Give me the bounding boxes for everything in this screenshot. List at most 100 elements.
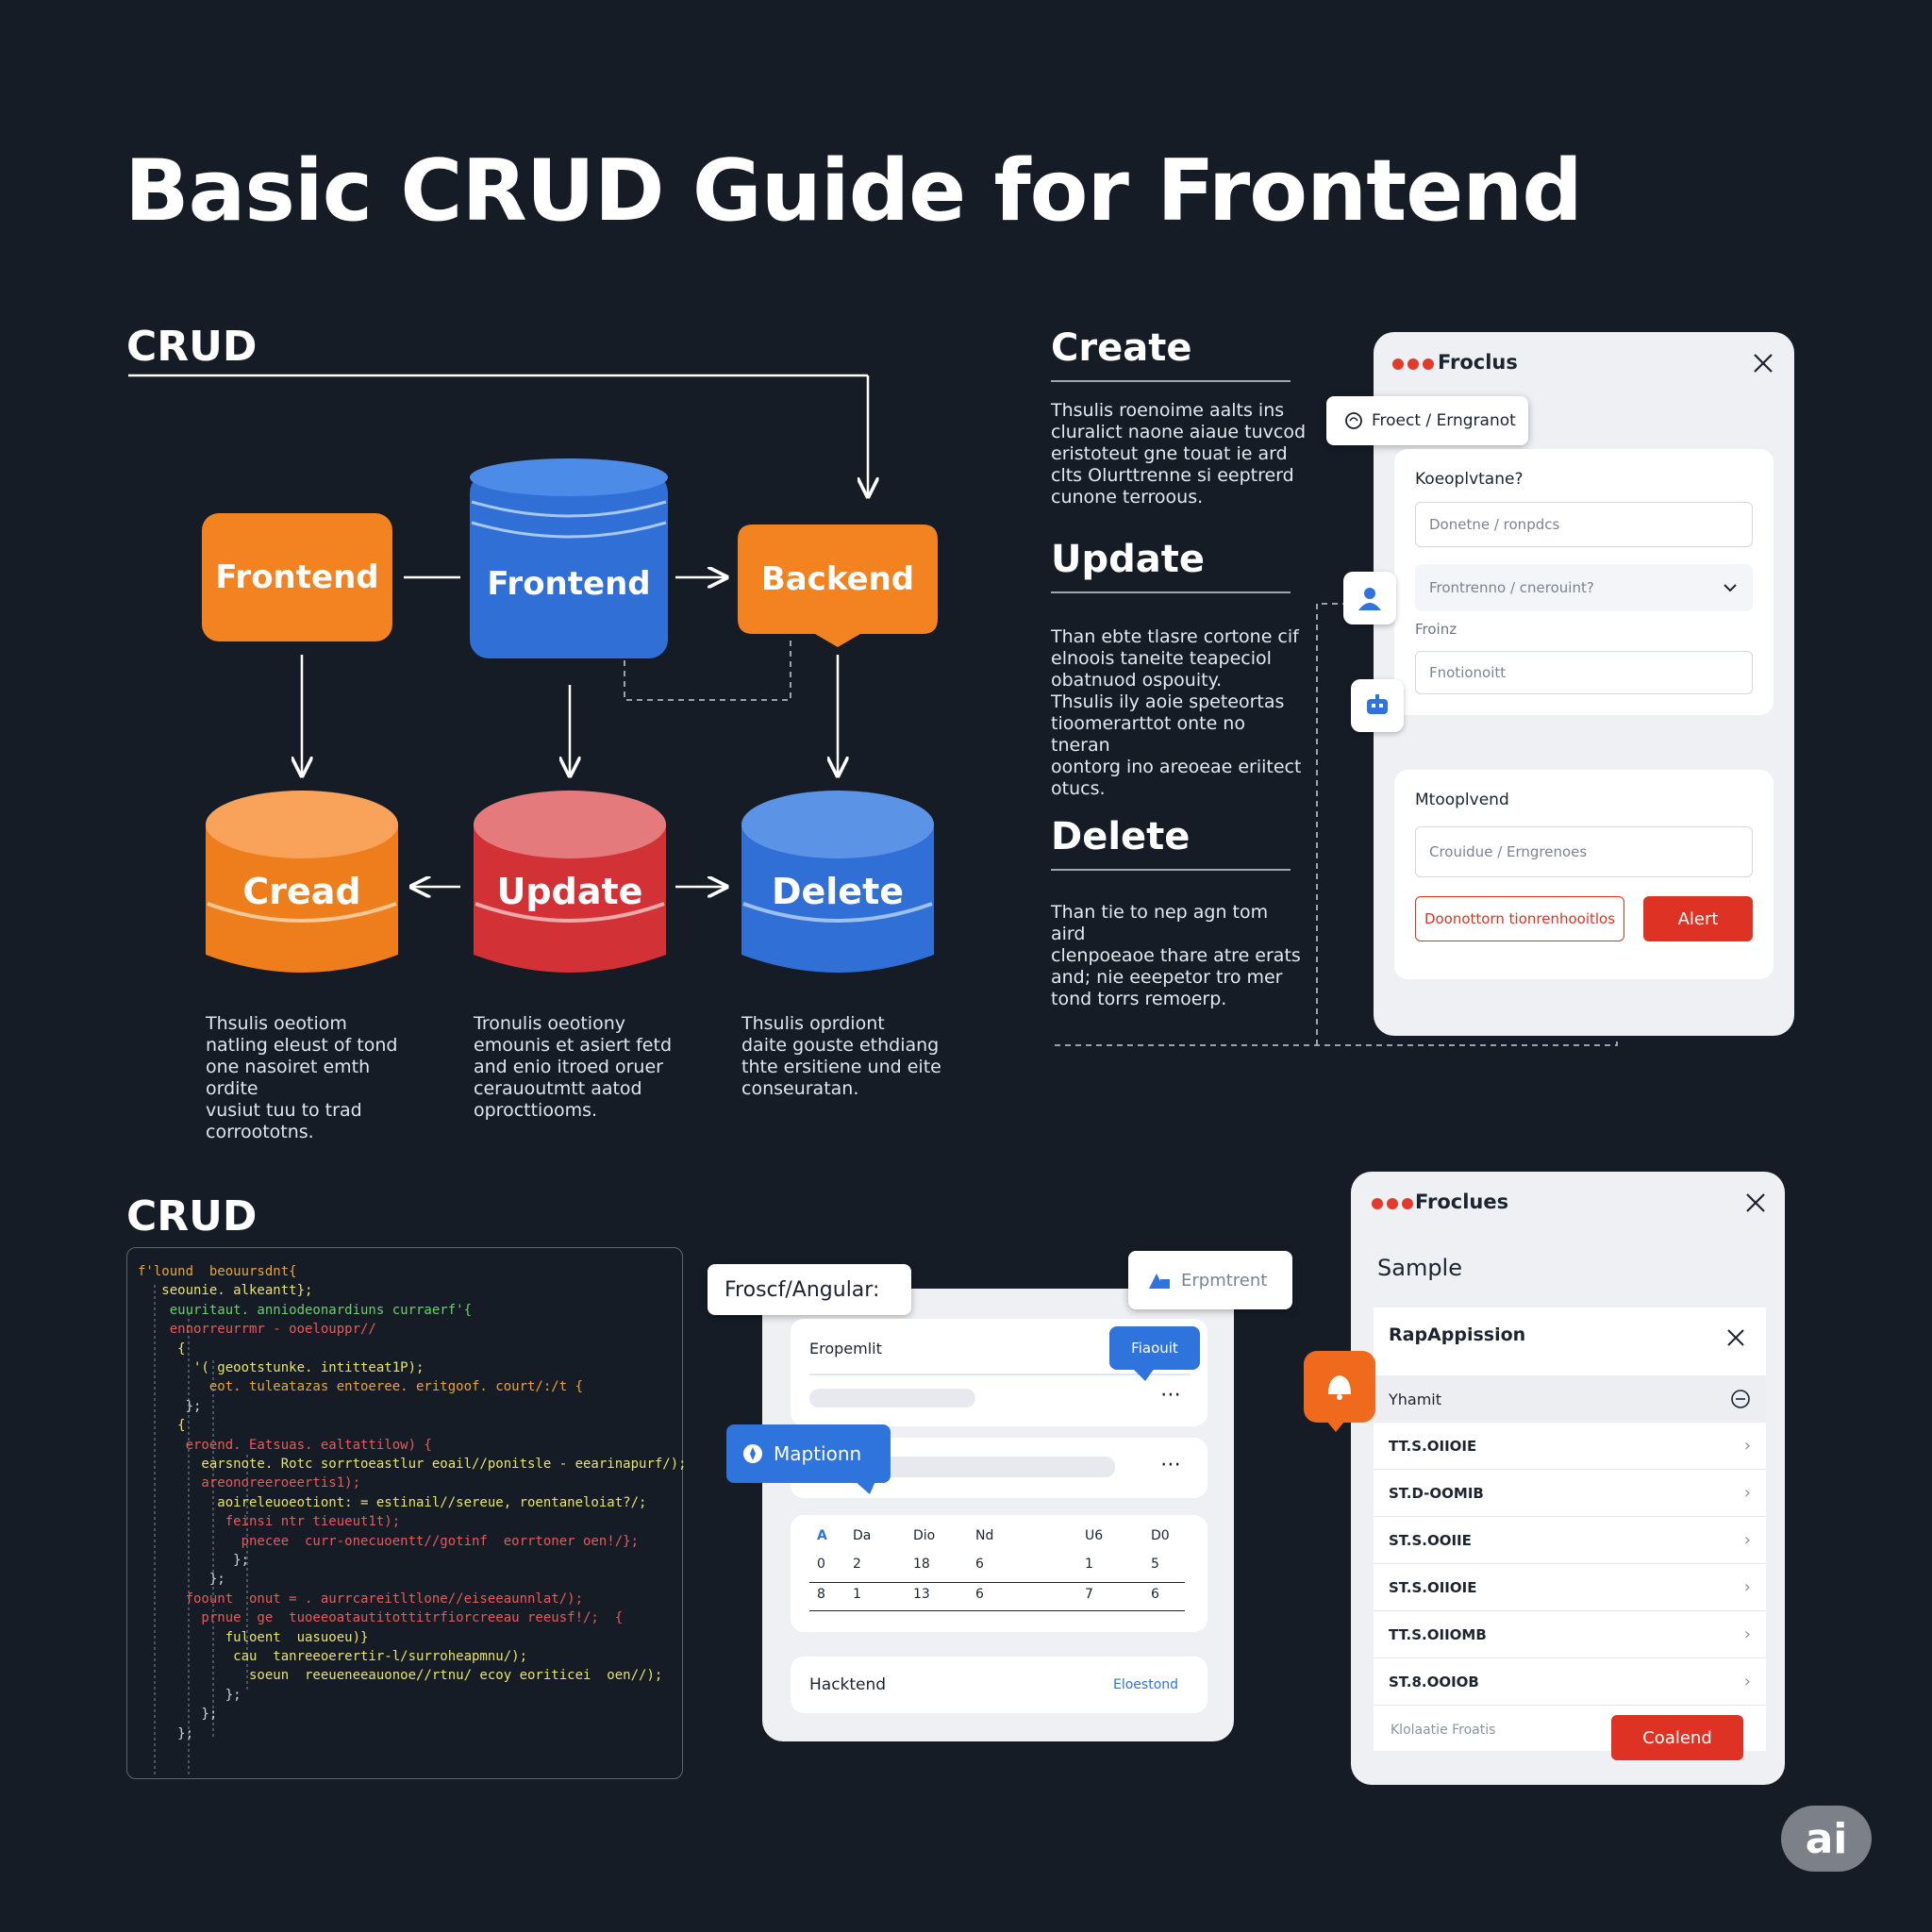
form-select-value: Frontrenno / cnerouint? bbox=[1429, 579, 1594, 596]
table-header-cell: D0 bbox=[1151, 1528, 1170, 1543]
list-item[interactable]: ST.D-OOMIB › bbox=[1374, 1470, 1766, 1517]
list-item[interactable]: ST.S.OOIIE › bbox=[1374, 1517, 1766, 1564]
text-line: Thsulis ily aoie speteortas bbox=[1051, 691, 1285, 712]
table-cell: 5 bbox=[1151, 1557, 1159, 1572]
caption-line: cerauoutmtt aatod bbox=[474, 1078, 642, 1099]
code-lines: f'lound beouursdnt{ seounie. alkeantt}; … bbox=[138, 1264, 687, 1774]
text-line: clts Olurttrenne si eeptrerd bbox=[1051, 465, 1294, 486]
map-tag[interactable]: Maptionn bbox=[726, 1424, 891, 1483]
form-panel-title: Froclus bbox=[1438, 351, 1518, 374]
code-line: soeun reeueneeauonoe//rtnu/ ecoy eoritic… bbox=[138, 1668, 663, 1684]
list-selected-row[interactable]: Yhamit bbox=[1374, 1375, 1766, 1423]
code-section-label: CRUD bbox=[126, 1192, 258, 1241]
form-field-2[interactable]: Fnotionoitt bbox=[1415, 651, 1753, 694]
caption-line: emounis et asiert fetd bbox=[474, 1035, 673, 1056]
floating-tag-label: Erpmtrent bbox=[1181, 1270, 1268, 1291]
text-line: oontorg ino areoeae eriitect bbox=[1051, 757, 1302, 777]
form-select[interactable]: Frontrenno / cnerouint? bbox=[1415, 564, 1753, 611]
caption-line: vusiut tuu to trad bbox=[206, 1100, 362, 1121]
table-cell: 13 bbox=[913, 1587, 930, 1602]
list-item-label: ST.8.OOIOB bbox=[1389, 1673, 1479, 1690]
form-tag-label: Froect / Erngranot bbox=[1372, 411, 1516, 430]
map-tag-pointer bbox=[855, 1481, 875, 1494]
floating-tag[interactable]: Erpmtrent bbox=[1128, 1251, 1292, 1309]
table-header-cell: Nd bbox=[975, 1528, 994, 1543]
list-sub-header: RapAppission bbox=[1389, 1324, 1526, 1345]
mid-card-label: Eropemlit bbox=[809, 1340, 882, 1357]
frontend-node: Frontend bbox=[202, 513, 392, 641]
text-line: Than ebte tlasre cortone cif bbox=[1051, 626, 1299, 647]
update-rule bbox=[1051, 591, 1291, 593]
minus-circle-icon bbox=[1731, 1390, 1750, 1408]
list-item[interactable]: TT.S.OIIOMB › bbox=[1374, 1611, 1766, 1658]
table-cell: 18 bbox=[913, 1557, 930, 1572]
code-line: seounie. alkeantt}; bbox=[138, 1283, 313, 1299]
placeholder-bar bbox=[809, 1389, 975, 1407]
chevron-right-icon: › bbox=[1743, 1436, 1751, 1456]
caption-line: conseuratan. bbox=[741, 1078, 859, 1099]
form-field-3[interactable]: Crouidue / Erngrenoes bbox=[1415, 826, 1753, 877]
code-line: earsnote. Rotc sorrtoeastlur eoail//poni… bbox=[138, 1457, 687, 1472]
code-line: eot. tuleatazas entoeree. eritgoof. cour… bbox=[138, 1379, 584, 1395]
form-tag-pill[interactable]: Froect / Erngranot bbox=[1326, 396, 1528, 445]
list-item[interactable]: TT.S.OIIOIE › bbox=[1374, 1423, 1766, 1470]
text-line: tond torrs remoerp. bbox=[1051, 989, 1227, 1009]
table-cell: 6 bbox=[975, 1557, 984, 1572]
text-line: otucs. bbox=[1051, 778, 1106, 799]
caption-line: thte ersitiene und eite bbox=[741, 1057, 941, 1077]
footer-link[interactable]: Eloestond bbox=[1113, 1677, 1178, 1692]
alert-button[interactable]: Alert bbox=[1643, 896, 1753, 941]
code-line: f'lound beouursdnt{ bbox=[138, 1264, 297, 1279]
code-line: fuloent uasuoeu)} bbox=[138, 1629, 369, 1645]
delete-node-label: Delete bbox=[771, 871, 905, 912]
list-item[interactable]: ST.S.OIIOIE › bbox=[1374, 1564, 1766, 1611]
chevron-right-icon: › bbox=[1743, 1672, 1751, 1691]
list-item[interactable]: ST.8.OOIOB › bbox=[1374, 1658, 1766, 1706]
code-line: cau tanreeoerertir-l/surroheapmnu/); bbox=[138, 1649, 528, 1664]
more-icon[interactable]: ⋯ bbox=[1160, 1383, 1181, 1407]
table-header-cell: Da bbox=[853, 1528, 872, 1543]
coalend-button[interactable]: Coalend bbox=[1611, 1715, 1743, 1760]
window-dots-icon bbox=[1372, 1198, 1413, 1209]
form-field-2-label: Froinz bbox=[1415, 621, 1457, 638]
close-icon[interactable] bbox=[1726, 1328, 1745, 1347]
form-card-2-label: Mtooplvend bbox=[1415, 791, 1509, 809]
robot-icon[interactable] bbox=[1351, 679, 1404, 732]
window-dots-icon bbox=[1392, 358, 1434, 370]
notification-badge[interactable] bbox=[1304, 1351, 1375, 1423]
create-text: Thsulis roenoime aalts ins cluralict nao… bbox=[1051, 400, 1306, 508]
text-line: cunone terroous. bbox=[1051, 487, 1204, 508]
close-icon[interactable] bbox=[1745, 1192, 1766, 1213]
create-heading: Create bbox=[1051, 326, 1192, 370]
blue-tag[interactable]: Fiaouit bbox=[1109, 1326, 1200, 1370]
table-cell: 7 bbox=[1085, 1587, 1093, 1602]
table-cell: 2 bbox=[853, 1557, 861, 1572]
update-caption: Tronulis oeotiony emounis et asiert fetd… bbox=[474, 1013, 681, 1122]
delete-rule bbox=[1051, 869, 1291, 871]
framework-tag[interactable]: Froscf/Angular: bbox=[708, 1264, 911, 1315]
table-divider bbox=[809, 1582, 1185, 1584]
code-line: }; bbox=[138, 1572, 225, 1588]
more-icon-2[interactable]: ⋯ bbox=[1160, 1453, 1181, 1476]
list-panel-title: Froclues bbox=[1415, 1191, 1509, 1213]
table-cell: 6 bbox=[975, 1587, 984, 1602]
code-line: eroend. Eatsuas. ealtattilow) { bbox=[138, 1437, 432, 1453]
caption-line: daite gouste ethdiang bbox=[741, 1035, 940, 1056]
frontend-db-text: Frontend bbox=[487, 565, 651, 603]
blue-tag-pointer bbox=[1132, 1368, 1155, 1381]
close-icon[interactable] bbox=[1753, 353, 1774, 374]
code-line: }; bbox=[138, 1725, 194, 1741]
outline-button[interactable]: Doonottorn tionrenhooitlos bbox=[1415, 896, 1624, 941]
chevron-right-icon: › bbox=[1743, 1624, 1751, 1644]
code-line: prnue ge tuoeeoatautitottitrfiorcreeau r… bbox=[138, 1610, 624, 1626]
delete-node: Delete bbox=[740, 858, 936, 924]
update-node: Update bbox=[472, 858, 668, 924]
list-item-label: ST.S.OIIOIE bbox=[1389, 1578, 1477, 1596]
code-line: ennorreurrmr - ooelouppr// bbox=[138, 1322, 376, 1338]
table-cell: 6 bbox=[1151, 1587, 1159, 1602]
code-line: }; bbox=[138, 1707, 218, 1723]
create-rule bbox=[1051, 380, 1291, 382]
form-field-1[interactable]: Donetne / ronpdcs bbox=[1415, 502, 1753, 547]
user-icon[interactable] bbox=[1343, 572, 1396, 625]
delete-heading: Delete bbox=[1051, 815, 1191, 858]
